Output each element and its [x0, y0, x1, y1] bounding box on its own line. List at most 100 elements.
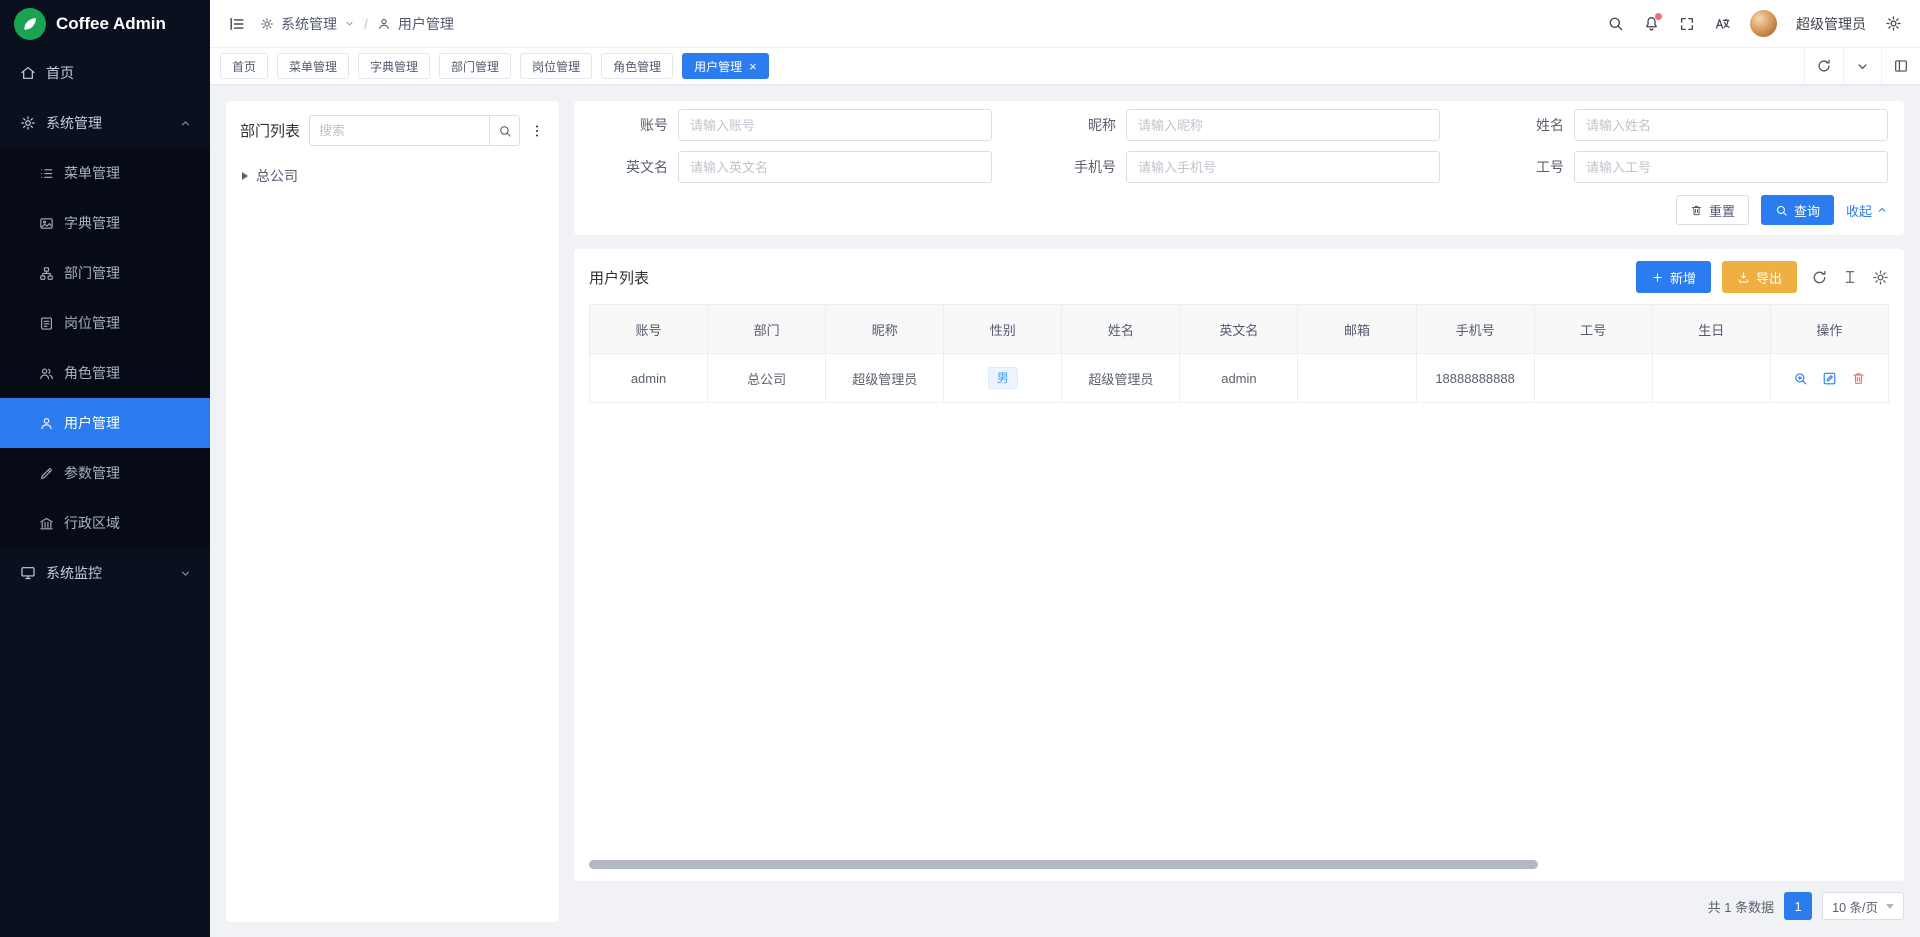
- nickname-input[interactable]: [1126, 109, 1440, 141]
- sidebar-item-system-mgmt[interactable]: 系统管理: [0, 98, 210, 148]
- cell-account: admin: [590, 354, 708, 403]
- add-user-button[interactable]: 新增: [1636, 261, 1711, 293]
- sidebar-item-label: 系统管理: [46, 113, 102, 133]
- department-more-icon[interactable]: [529, 123, 545, 139]
- cell-email: [1298, 354, 1416, 403]
- search-form-actions: 重置 查询 收起: [590, 195, 1888, 225]
- tab-role-mgmt[interactable]: 角色管理: [601, 53, 673, 79]
- account-input[interactable]: [678, 109, 992, 141]
- sidebar-item-user-mgmt[interactable]: 用户管理: [0, 398, 210, 448]
- chevron-up-icon: [1876, 204, 1888, 216]
- work-no-input[interactable]: [1574, 151, 1888, 183]
- column-header-name: 姓名: [1062, 305, 1180, 354]
- sidebar-item-home[interactable]: 首页: [0, 48, 210, 98]
- search-form: 账号 昵称 姓名 英文名: [590, 109, 1888, 183]
- query-button[interactable]: 查询: [1761, 195, 1834, 225]
- collapse-filter-button[interactable]: 收起: [1846, 201, 1888, 220]
- tab-toolbar: [1804, 48, 1920, 84]
- sidebar-item-post-mgmt[interactable]: 岗位管理: [0, 298, 210, 348]
- caret-down-icon: [1886, 904, 1894, 909]
- username[interactable]: 超级管理员: [1796, 14, 1866, 34]
- cell-work-no: [1534, 354, 1652, 403]
- horizontal-scrollbar[interactable]: [589, 860, 1538, 869]
- tab-menu-mgmt[interactable]: 菜单管理: [277, 53, 349, 79]
- search-form-card: 账号 昵称 姓名 英文名: [574, 101, 1904, 235]
- refresh-page-icon[interactable]: [1804, 48, 1843, 84]
- phone-input[interactable]: [1126, 151, 1440, 183]
- monitor-icon: [20, 565, 36, 581]
- sidebar-item-role-mgmt[interactable]: 角色管理: [0, 348, 210, 398]
- sidebar-submenu-system: 菜单管理 字典管理 部门管理 岗位管理 角色管理: [0, 148, 210, 548]
- people-icon: [39, 366, 54, 381]
- horizontal-scroll-track: [589, 860, 1889, 869]
- department-panel: 部门列表 总公司: [226, 101, 559, 922]
- breadcrumb-level1[interactable]: 系统管理: [281, 14, 337, 34]
- view-user-icon[interactable]: [1793, 371, 1808, 386]
- reset-button[interactable]: 重置: [1676, 195, 1749, 225]
- breadcrumb: 系统管理 / 用户管理: [260, 14, 454, 34]
- row-height-icon[interactable]: [1842, 269, 1858, 285]
- tab-menu-chevron-icon[interactable]: [1843, 48, 1881, 84]
- top-bar: 系统管理 / 用户管理 超级管理员: [210, 0, 1920, 48]
- topbar-actions: 超级管理员: [1607, 10, 1902, 37]
- department-tree: 总公司: [240, 163, 545, 189]
- open-tabs: 首页 菜单管理 字典管理 部门管理 岗位管理 角色管理 用户管理 ×: [220, 53, 1804, 79]
- translate-icon[interactable]: [1714, 15, 1731, 32]
- field-account: 账号: [590, 109, 992, 141]
- sidebar-item-dept-mgmt[interactable]: 部门管理: [0, 248, 210, 298]
- sidebar-item-label: 参数管理: [64, 463, 120, 483]
- tab-post-mgmt[interactable]: 岗位管理: [520, 53, 592, 79]
- plus-icon: [1651, 271, 1664, 284]
- tree-node-root[interactable]: 总公司: [240, 163, 545, 189]
- tab-bar: 首页 菜单管理 字典管理 部门管理 岗位管理 角色管理 用户管理 ×: [210, 48, 1920, 84]
- department-panel-title: 部门列表: [240, 120, 300, 141]
- sidebar-item-system-monitor[interactable]: 系统监控: [0, 548, 210, 598]
- tab-user-mgmt[interactable]: 用户管理 ×: [682, 53, 769, 79]
- cell-birthday: [1652, 354, 1770, 403]
- chevron-down-icon: [179, 567, 192, 580]
- avatar[interactable]: [1750, 10, 1777, 37]
- sidebar-item-dict-mgmt[interactable]: 字典管理: [0, 198, 210, 248]
- tree-caret-icon[interactable]: [242, 172, 248, 180]
- en-name-input[interactable]: [678, 151, 992, 183]
- department-search-input[interactable]: [309, 115, 489, 146]
- user-list-header: 用户列表 新增 导出: [589, 261, 1889, 293]
- page-1-button[interactable]: 1: [1784, 892, 1812, 920]
- department-search-button[interactable]: [489, 115, 520, 146]
- notification-bell-icon[interactable]: [1643, 15, 1660, 32]
- sidebar-item-label: 部门管理: [64, 263, 120, 283]
- trash-icon: [1690, 204, 1703, 217]
- export-button[interactable]: 导出: [1722, 261, 1797, 293]
- fullscreen-icon[interactable]: [1679, 16, 1695, 32]
- layout-toggle-icon[interactable]: [1881, 48, 1920, 84]
- collapse-sidebar-icon[interactable]: [228, 15, 246, 33]
- page-size-value: 10 条/页: [1832, 897, 1878, 916]
- cell-nickname: 超级管理员: [826, 354, 944, 403]
- tab-home[interactable]: 首页: [220, 53, 268, 79]
- sidebar-item-param-mgmt[interactable]: 参数管理: [0, 448, 210, 498]
- refresh-table-icon[interactable]: [1811, 269, 1828, 286]
- edit-user-icon[interactable]: [1822, 371, 1837, 386]
- name-input[interactable]: [1574, 109, 1888, 141]
- sidebar-item-label: 字典管理: [64, 213, 120, 233]
- tab-close-icon[interactable]: ×: [749, 60, 757, 73]
- tab-dict-mgmt[interactable]: 字典管理: [358, 53, 430, 79]
- delete-user-icon[interactable]: [1851, 371, 1866, 386]
- search-icon[interactable]: [1607, 15, 1624, 32]
- reset-button-label: 重置: [1709, 201, 1735, 220]
- cell-gender: 男: [944, 354, 1062, 403]
- field-work-no: 工号: [1486, 151, 1888, 183]
- tab-dept-mgmt[interactable]: 部门管理: [439, 53, 511, 79]
- column-header-en-name: 英文名: [1180, 305, 1298, 354]
- notification-dot: [1655, 13, 1662, 20]
- column-settings-icon[interactable]: [1872, 269, 1889, 286]
- sidebar-item-region-mgmt[interactable]: 行政区域: [0, 498, 210, 548]
- right-column: 账号 昵称 姓名 英文名: [574, 101, 1904, 922]
- settings-gear-icon[interactable]: [1885, 15, 1902, 32]
- page-size-select[interactable]: 10 条/页: [1822, 892, 1904, 920]
- cell-operation: [1770, 354, 1888, 403]
- person-icon: [39, 416, 54, 431]
- gear-icon: [260, 17, 274, 31]
- sidebar-item-menu-mgmt[interactable]: 菜单管理: [0, 148, 210, 198]
- app-title: Coffee Admin: [56, 14, 166, 34]
